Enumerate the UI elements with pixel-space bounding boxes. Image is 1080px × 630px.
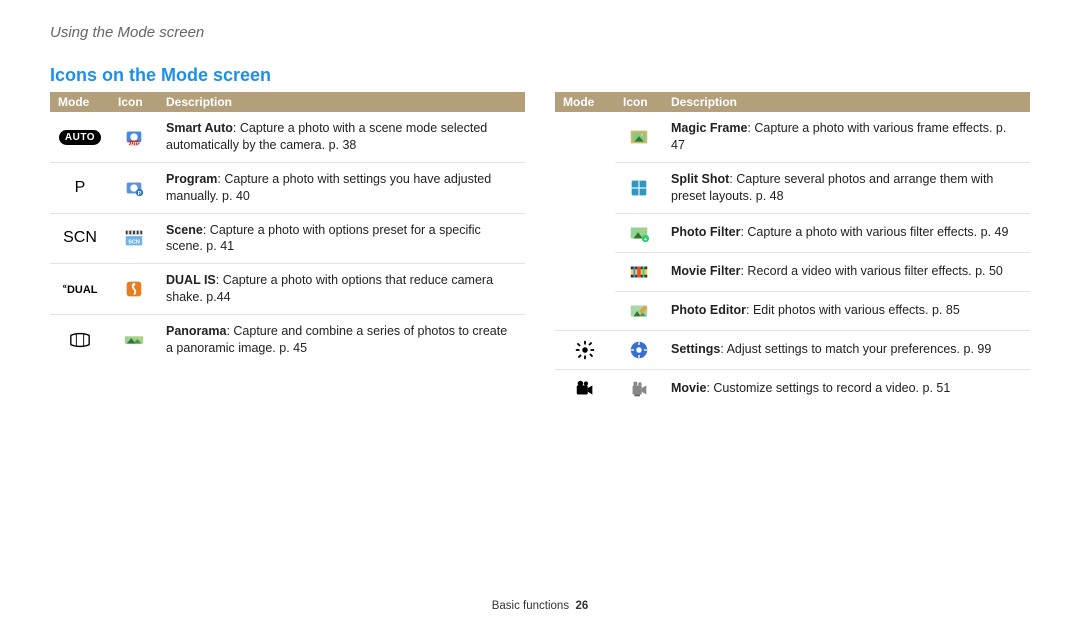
section-title: Icons on the Mode screen: [50, 65, 1030, 86]
movie-mode-icon: [574, 378, 596, 400]
desc-text: : Capture a photo with various filter ef…: [740, 225, 1008, 239]
icon-cell: [615, 213, 663, 252]
left-column: Mode Icon Description AUTOSmart Auto: Ca…: [50, 92, 525, 408]
mode-cell: AUTO: [50, 112, 110, 162]
dualis-icon: [123, 278, 145, 300]
mode-cell: [555, 112, 615, 330]
movie-icon: [628, 378, 650, 400]
desc-title: Panorama: [166, 324, 226, 338]
settings-icon: [628, 339, 650, 361]
panorama-icon: [123, 329, 145, 351]
desc-title: Split Shot: [671, 172, 729, 186]
mode-table-left: Mode Icon Description AUTOSmart Auto: Ca…: [50, 92, 525, 365]
mode-cell: P: [50, 162, 110, 213]
desc-title: Movie: [671, 381, 706, 395]
desc-title: Movie Filter: [671, 264, 740, 278]
mode-label: AUTO: [59, 130, 101, 145]
settings-mode-icon: [574, 339, 596, 361]
desc-title: Photo Filter: [671, 225, 740, 239]
mode-label: P: [75, 179, 86, 196]
table-row: SCN Scene: Capture a photo with options p…: [50, 213, 525, 264]
table-row: Panorama: Capture and combine a series o…: [50, 315, 525, 365]
footer-page: 26: [575, 600, 588, 612]
mode-cell: [555, 369, 615, 408]
desc-cell: Movie: Customize settings to record a vi…: [663, 369, 1030, 408]
mode-cell: «DUAL: [50, 264, 110, 315]
desc-text: : Record a video with various filter eff…: [740, 264, 1002, 278]
icon-cell: [615, 369, 663, 408]
auto-icon: [123, 126, 145, 148]
desc-text: : Edit photos with various effects. p. 8…: [746, 303, 960, 317]
icon-cell: [110, 162, 158, 213]
mode-table-right: Mode Icon Description Magic Frame: Captu…: [555, 92, 1030, 408]
desc-cell: Program: Capture a photo with settings y…: [158, 162, 525, 213]
desc-title: Magic Frame: [671, 121, 747, 135]
mode-label: SCN: [63, 229, 97, 246]
mode-cell: [50, 315, 110, 365]
program-icon: [123, 177, 145, 199]
icon-cell: [110, 264, 158, 315]
desc-cell: Scene: Capture a photo with options pres…: [158, 213, 525, 264]
table-row: Magic Frame: Capture a photo with variou…: [555, 112, 1030, 162]
col-header-icon: Icon: [615, 92, 663, 112]
col-header-mode: Mode: [50, 92, 110, 112]
table-row: «DUAL DUAL IS: Capture a photo with optio…: [50, 264, 525, 315]
icon-cell: [615, 291, 663, 330]
table-row: P Program: Capture a photo with settings …: [50, 162, 525, 213]
moviefilter-icon: [628, 261, 650, 283]
icon-cell: [615, 330, 663, 369]
mode-cell: [555, 330, 615, 369]
desc-cell: Settings: Adjust settings to match your …: [663, 330, 1030, 369]
breadcrumb: Using the Mode screen: [50, 24, 1030, 41]
col-header-mode: Mode: [555, 92, 615, 112]
table-row: Photo Filter: Capture a photo with vario…: [555, 213, 1030, 252]
icon-cell: [615, 162, 663, 213]
page-footer: Basic functions 26: [0, 600, 1080, 612]
table-row: Movie Filter: Record a video with variou…: [555, 252, 1030, 291]
footer-section: Basic functions: [492, 600, 569, 612]
table-row: Movie: Customize settings to record a vi…: [555, 369, 1030, 408]
magicframe-icon: [628, 126, 650, 148]
mode-cell: SCN: [50, 213, 110, 264]
desc-cell: Photo Editor: Edit photos with various e…: [663, 291, 1030, 330]
col-header-desc: Description: [158, 92, 525, 112]
icon-cell: [110, 213, 158, 264]
desc-cell: Split Shot: Capture several photos and a…: [663, 162, 1030, 213]
desc-title: Photo Editor: [671, 303, 746, 317]
icon-cell: [615, 252, 663, 291]
desc-text: : Capture a photo with options preset fo…: [166, 223, 481, 254]
desc-title: DUAL IS: [166, 273, 216, 287]
icon-cell: [110, 315, 158, 365]
table-row: Settings: Adjust settings to match your …: [555, 330, 1030, 369]
table-row: Photo Editor: Edit photos with various e…: [555, 291, 1030, 330]
desc-cell: Movie Filter: Record a video with variou…: [663, 252, 1030, 291]
right-column: Mode Icon Description Magic Frame: Captu…: [555, 92, 1030, 408]
photoeditor-icon: [628, 300, 650, 322]
icon-cell: [615, 112, 663, 162]
panorama-mode-icon: [69, 329, 91, 351]
desc-text: : Customize settings to record a video. …: [706, 381, 950, 395]
desc-title: Smart Auto: [166, 121, 233, 135]
desc-cell: DUAL IS: Capture a photo with options th…: [158, 264, 525, 315]
table-row: Split Shot: Capture several photos and a…: [555, 162, 1030, 213]
photofilter-icon: [628, 222, 650, 244]
splitshot-icon: [628, 177, 650, 199]
scene-icon: [123, 227, 145, 249]
desc-cell: Photo Filter: Capture a photo with vario…: [663, 213, 1030, 252]
desc-text: : Adjust settings to match your preferen…: [720, 342, 991, 356]
desc-title: Program: [166, 172, 217, 186]
desc-cell: Magic Frame: Capture a photo with variou…: [663, 112, 1030, 162]
table-row: AUTO Smart Auto: Capture a photo with a s…: [50, 112, 525, 162]
desc-title: Settings: [671, 342, 720, 356]
col-header-icon: Icon: [110, 92, 158, 112]
desc-title: Scene: [166, 223, 203, 237]
col-header-desc: Description: [663, 92, 1030, 112]
desc-cell: Smart Auto: Capture a photo with a scene…: [158, 112, 525, 162]
desc-text: : Capture a photo with options that redu…: [166, 273, 493, 304]
mode-label: «DUAL: [62, 284, 97, 296]
columns-wrapper: Mode Icon Description AUTOSmart Auto: Ca…: [50, 92, 1030, 408]
icon-cell: [110, 112, 158, 162]
desc-cell: Panorama: Capture and combine a series o…: [158, 315, 525, 365]
